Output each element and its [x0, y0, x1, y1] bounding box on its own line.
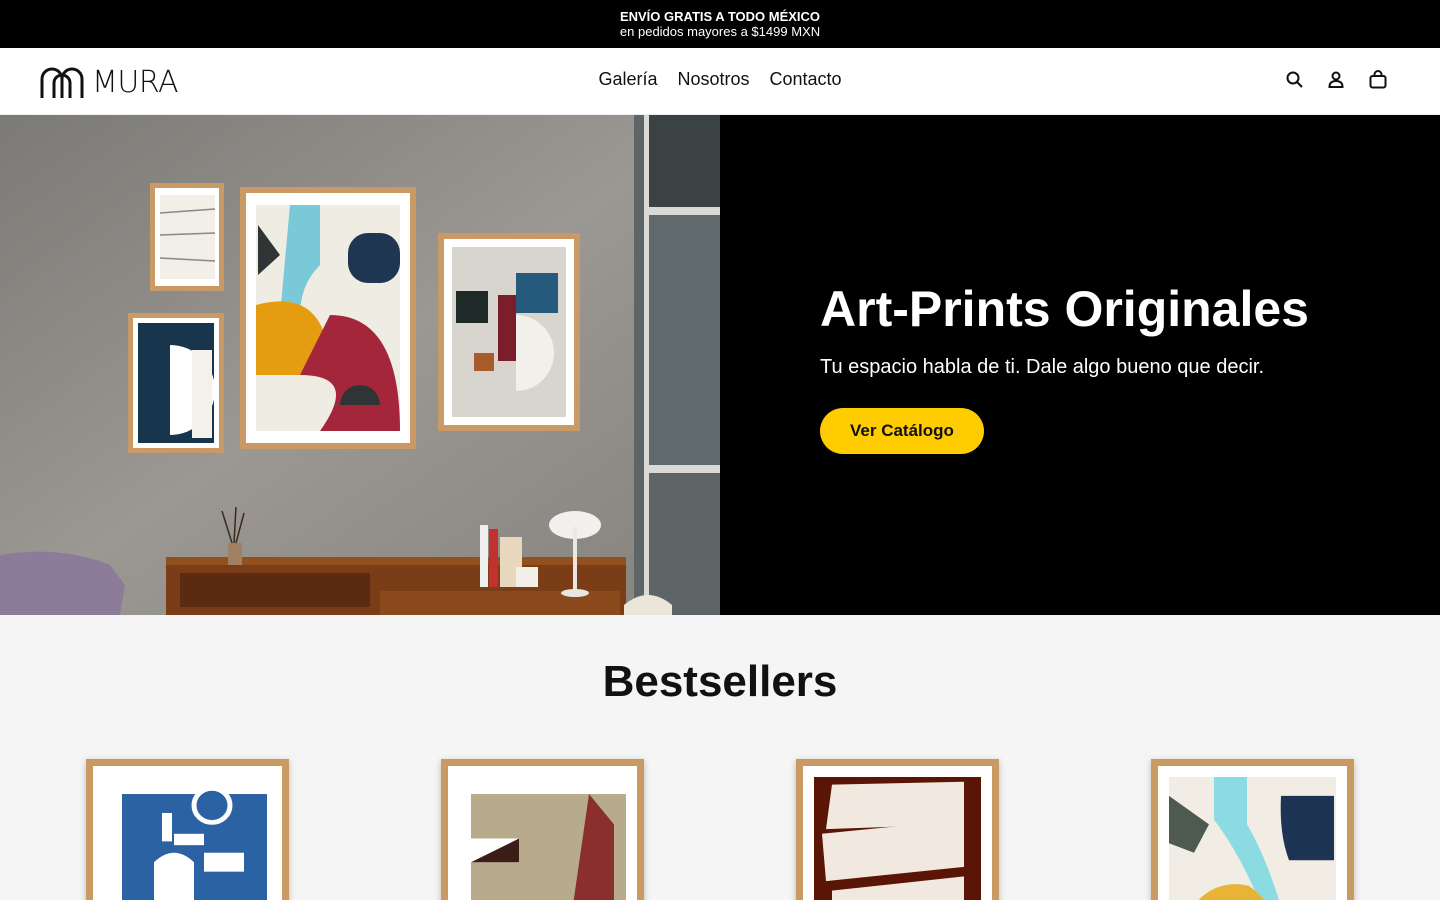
product-card[interactable]	[86, 759, 289, 900]
announcement-line-1: ENVÍO GRATIS A TODO MÉXICO	[619, 9, 821, 24]
main-nav: Galería Nosotros Contacto	[598, 69, 841, 90]
announcement-bar: ENVÍO GRATIS A TODO MÉXICO en pedidos ma…	[0, 0, 1440, 48]
search-icon[interactable]	[1284, 69, 1304, 89]
product-card[interactable]	[441, 759, 644, 900]
hero-section: Art-Prints Originales Tu espacio habla d…	[0, 115, 1440, 615]
hero-title: Art-Prints Originales	[820, 281, 1309, 337]
product-grid	[0, 759, 1440, 900]
hero-subtitle: Tu espacio habla de ti. Dale algo bueno …	[820, 356, 1265, 378]
product-image	[1158, 766, 1347, 900]
nav-nosotros[interactable]: Nosotros	[677, 69, 749, 90]
announcement-line-2: en pedidos mayores a $1499 MXN	[619, 24, 821, 39]
cart-icon[interactable]	[1368, 69, 1388, 89]
product-image	[448, 766, 637, 900]
logo[interactable]: MURA	[40, 65, 179, 100]
bestsellers-section: Bestsellers	[0, 615, 1440, 900]
view-catalog-button[interactable]: Ver Catálogo	[820, 408, 984, 454]
product-card[interactable]	[1151, 759, 1354, 900]
hero-text-panel: Art-Prints Originales Tu espacio habla d…	[720, 115, 1440, 615]
product-image	[93, 766, 282, 900]
bestsellers-heading: Bestsellers	[602, 657, 838, 706]
account-icon[interactable]	[1326, 69, 1346, 89]
nav-contacto[interactable]: Contacto	[770, 69, 842, 90]
product-card[interactable]	[796, 759, 999, 900]
logo-icon	[40, 67, 84, 98]
product-image	[803, 766, 992, 900]
logo-text: MURA	[92, 65, 179, 100]
site-header: MURA Galería Nosotros Contacto	[0, 48, 1440, 115]
header-icons	[1284, 69, 1388, 89]
hero-image	[0, 115, 720, 615]
nav-galeria[interactable]: Galería	[598, 69, 657, 90]
